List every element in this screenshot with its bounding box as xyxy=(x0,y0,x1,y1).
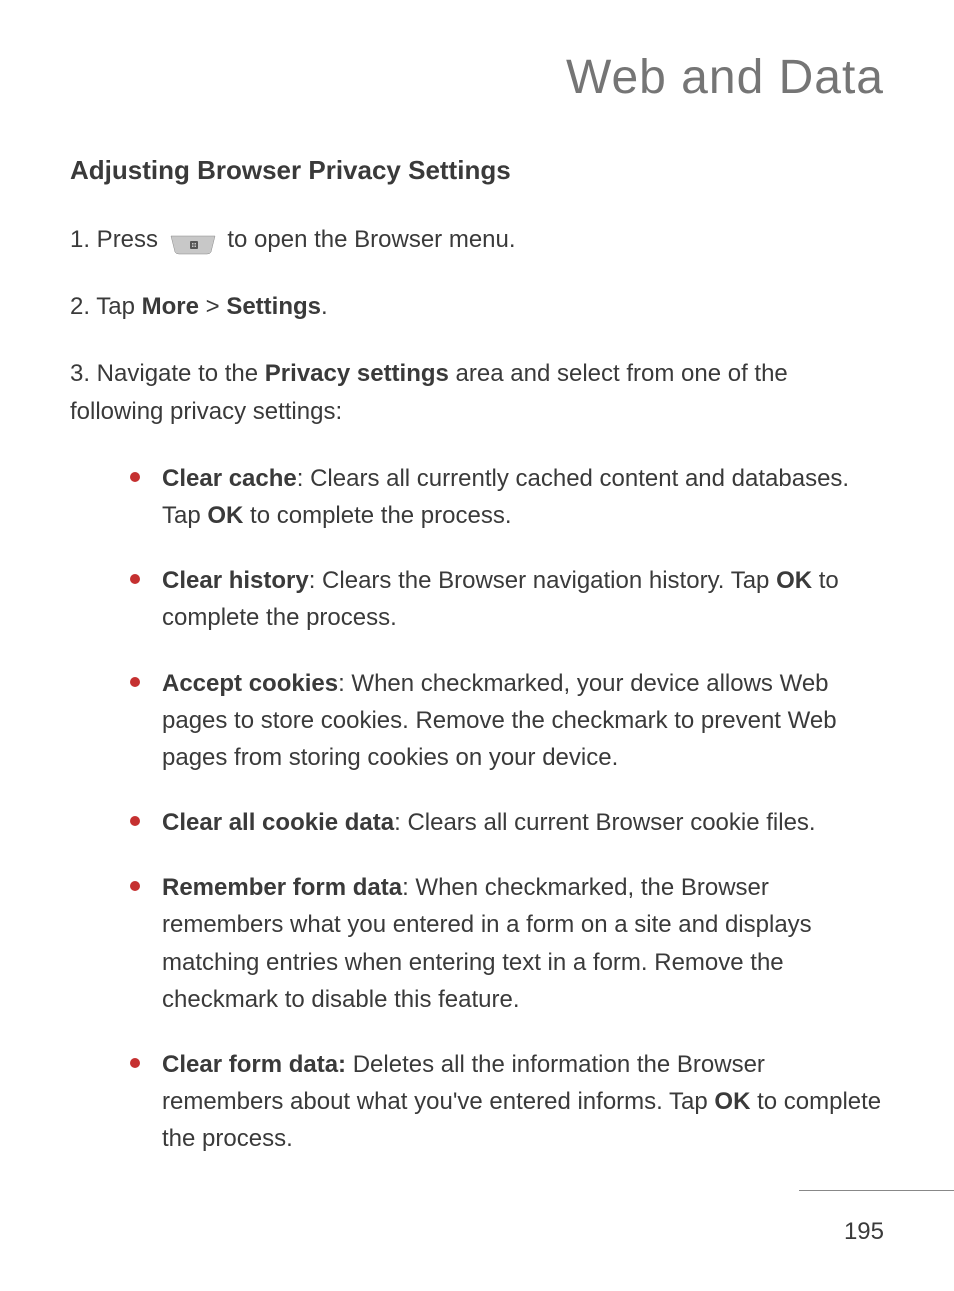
step-1-suffix: to open the Browser menu. xyxy=(227,226,515,253)
bullet-label: Clear cache xyxy=(162,465,297,492)
bullet-label: Accept cookies xyxy=(162,670,338,697)
step-3: 3. Navigate to the Privacy settings area… xyxy=(70,355,884,429)
bullet-ok: OK xyxy=(207,502,243,529)
list-item: Remember form data: When checkmarked, th… xyxy=(130,869,884,1018)
list-item: Clear history: Clears the Browser naviga… xyxy=(130,562,884,636)
step-2-mid: > xyxy=(199,293,226,320)
bullet-label: Clear history xyxy=(162,567,309,594)
bullet-ok: OK xyxy=(714,1088,750,1115)
step-2-more: More xyxy=(142,293,199,320)
step-3-bold: Privacy settings xyxy=(265,360,449,387)
bullet-ok: OK xyxy=(776,567,812,594)
bullet-text-end: to complete the process. xyxy=(243,502,511,529)
step-3-prefix: 3. Navigate to the xyxy=(70,360,265,387)
step-1-prefix: 1. Press xyxy=(70,226,165,253)
step-2: 2. Tap More > Settings. xyxy=(70,288,884,325)
page-number: 195 xyxy=(844,1218,884,1246)
bullet-label: Clear form data: xyxy=(162,1051,346,1078)
bullet-text: : Clears the Browser navigation history.… xyxy=(309,567,776,594)
section-heading: Adjusting Browser Privacy Settings xyxy=(70,155,884,186)
step-2-suffix: . xyxy=(321,293,328,320)
bullet-label: Remember form data xyxy=(162,874,402,901)
list-item: Accept cookies: When checkmarked, your d… xyxy=(130,665,884,777)
page-title: Web and Data xyxy=(70,50,884,105)
menu-button-icon xyxy=(169,230,217,252)
list-item: Clear cache: Clears all currently cached… xyxy=(130,460,884,534)
list-item: Clear form data: Deletes all the informa… xyxy=(130,1046,884,1158)
bullet-label: Clear all cookie data xyxy=(162,809,394,836)
step-2-prefix: 2. Tap xyxy=(70,293,142,320)
bullet-text: : Clears all current Browser cookie file… xyxy=(394,809,815,836)
footer-divider xyxy=(799,1190,954,1191)
step-1: 1. Press to open the Browser menu. xyxy=(70,221,884,258)
step-2-settings: Settings xyxy=(226,293,321,320)
list-item: Clear all cookie data: Clears all curren… xyxy=(130,804,884,841)
privacy-settings-list: Clear cache: Clears all currently cached… xyxy=(70,460,884,1158)
